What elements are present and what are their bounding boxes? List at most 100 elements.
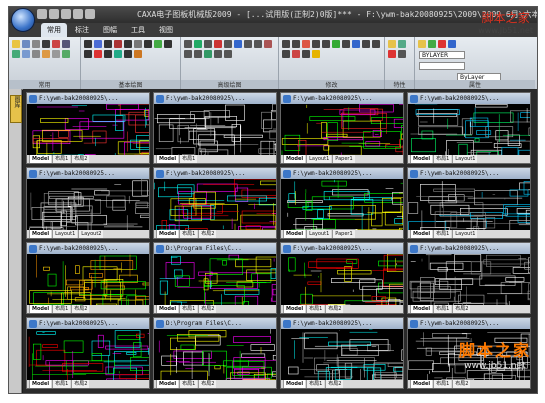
hatch-icon[interactable] (144, 40, 152, 48)
document-header[interactable]: F:\ywm-bak20080925\... (27, 243, 149, 254)
document-window[interactable]: F:\ywm-bak20080925\... Model Layout1 Paper1 (280, 167, 404, 239)
mirror-icon[interactable] (234, 40, 242, 48)
document-window[interactable]: F:\ywm-bak20080925\... Model 布局1 布局2 (280, 242, 404, 314)
polyline-icon[interactable] (124, 40, 132, 48)
point-icon[interactable] (164, 40, 172, 48)
format-painter-icon[interactable] (62, 40, 70, 48)
layout-tab[interactable]: 布局2 (452, 305, 471, 313)
layer-state-icon[interactable] (418, 40, 426, 48)
dimension-icon[interactable] (292, 40, 300, 48)
drawing-canvas[interactable] (27, 104, 149, 155)
drawing-canvas[interactable] (27, 179, 149, 230)
layout-tab[interactable]: 布局2 (198, 380, 217, 388)
drawing-canvas[interactable] (154, 179, 276, 230)
document-header[interactable]: F:\ywm-bak20080925... (27, 168, 149, 179)
layout-tab[interactable]: Model (410, 230, 433, 238)
layout-tab[interactable]: Model (410, 155, 433, 163)
properties-icon[interactable] (52, 50, 60, 58)
document-header[interactable]: F:\ywm-bak20080925\... (281, 168, 403, 179)
document-window[interactable]: F:\ywm-bak20080925\... Model 布局1 布局2 (280, 317, 404, 389)
divide-icon[interactable] (224, 50, 232, 58)
copy-icon[interactable] (22, 40, 30, 48)
circle-icon[interactable] (94, 40, 102, 48)
new-file-icon[interactable] (37, 9, 47, 19)
pencil-icon[interactable] (42, 40, 50, 48)
document-window[interactable]: F:\ywm-bak20080925\... Model 布局1 Layout1 (407, 167, 531, 239)
roughness-icon[interactable] (322, 40, 330, 48)
document-header[interactable]: F:\ywm-bak20080925\... (408, 318, 530, 329)
document-window[interactable]: F:\ywm-bak20080925\... Model 布局1 布局2 (26, 92, 150, 164)
leader-icon[interactable] (302, 40, 310, 48)
layout-tab[interactable]: Layout1 (306, 230, 332, 238)
arc-icon[interactable] (104, 40, 112, 48)
layout-tab[interactable]: 布局1 (433, 380, 452, 388)
array-icon[interactable] (244, 40, 252, 48)
document-window[interactable]: D:\Program Files\C... Model 布局1 布局2 (153, 317, 277, 389)
layout-tab[interactable]: Layout2 (78, 230, 104, 238)
explode-icon[interactable] (194, 50, 202, 58)
move-icon[interactable] (12, 50, 20, 58)
layer-lock-icon[interactable] (438, 40, 446, 48)
tolerance-icon[interactable] (342, 40, 350, 48)
grid-icon[interactable] (282, 50, 290, 58)
document-header[interactable]: D:\Program Files\C... (154, 318, 276, 329)
application-menu-button[interactable] (11, 8, 35, 32)
color-icon[interactable] (388, 50, 396, 58)
layout-tab[interactable]: Model (156, 230, 179, 238)
layout-tab[interactable]: 布局2 (198, 305, 217, 313)
layout-tab[interactable]: 布局1 (52, 380, 71, 388)
document-window[interactable]: D:\Program Files\C... Model 布局1 布局2 (153, 242, 277, 314)
layout-tab[interactable]: Paper1 (332, 155, 355, 163)
document-header[interactable]: D:\Program Files\C... (154, 243, 276, 254)
layout-tab[interactable]: Model (156, 305, 179, 313)
measure-icon[interactable] (312, 50, 320, 58)
extend-icon[interactable] (224, 40, 232, 48)
save-icon[interactable] (61, 9, 71, 19)
open-file-icon[interactable] (49, 9, 59, 19)
trim-icon[interactable] (214, 40, 222, 48)
balloon-icon[interactable] (312, 40, 320, 48)
datum-icon[interactable] (332, 40, 340, 48)
tab-sheet[interactable]: 图幅 (97, 23, 123, 37)
tab-tools[interactable]: 工具 (125, 23, 151, 37)
pen-icon[interactable] (282, 40, 290, 48)
layout-tab[interactable]: Paper1 (332, 230, 355, 238)
ellipse-icon[interactable] (94, 50, 102, 58)
document-header[interactable]: F:\ywm-bak20080925\... (27, 318, 149, 329)
lineweight-icon[interactable] (398, 50, 406, 58)
table-icon[interactable] (372, 40, 380, 48)
document-window[interactable]: F:\ywm-bak20080925\... Model 布局1 (153, 92, 277, 164)
block-icon[interactable] (124, 50, 132, 58)
redo-icon[interactable] (85, 9, 95, 19)
cut-icon[interactable] (32, 40, 40, 48)
clipboard-icon[interactable] (12, 40, 20, 48)
stretch-icon[interactable] (204, 50, 212, 58)
document-window[interactable]: F:\ywm-bak20080925\... Model Layout1 Paper1 (280, 92, 404, 164)
layout-tab[interactable]: 布局2 (198, 230, 217, 238)
layout-tab[interactable]: Model (156, 155, 179, 163)
zoom-icon[interactable] (22, 50, 30, 58)
drawing-canvas[interactable] (154, 104, 276, 155)
document-window[interactable]: F:\ywm-bak20080925... Model Layout1 Layout2 (26, 167, 150, 239)
layout-tab[interactable]: Model (410, 305, 433, 313)
layout-tab[interactable]: 布局1 (306, 380, 325, 388)
weld-icon[interactable] (352, 40, 360, 48)
layout-tab[interactable]: 布局2 (71, 380, 90, 388)
document-header[interactable]: F:\ywm-bak20080925\... (408, 168, 530, 179)
layout-tab[interactable]: 布局1 (433, 305, 452, 313)
layout-tab[interactable]: Model (156, 380, 179, 388)
layer-color-icon[interactable] (448, 40, 456, 48)
layout-tab[interactable]: 布局1 (52, 305, 71, 313)
layout-tab[interactable]: Model (283, 230, 306, 238)
polygon-icon[interactable] (104, 50, 112, 58)
layout-tab[interactable]: 布局2 (71, 305, 90, 313)
drawing-canvas[interactable] (281, 329, 403, 380)
layout-tab[interactable]: 布局1 (179, 155, 198, 163)
layer-combo-2[interactable] (419, 62, 465, 70)
layout-tab[interactable]: 布局2 (71, 155, 90, 163)
tab-common[interactable]: 常用 (41, 23, 67, 37)
image-icon[interactable] (134, 50, 142, 58)
document-window[interactable]: F:\ywm-bak20080925\... Model 布局1 布局2 (407, 242, 531, 314)
document-header[interactable]: F:\ywm-bak20080925\... (154, 93, 276, 104)
check-icon[interactable] (62, 50, 70, 58)
